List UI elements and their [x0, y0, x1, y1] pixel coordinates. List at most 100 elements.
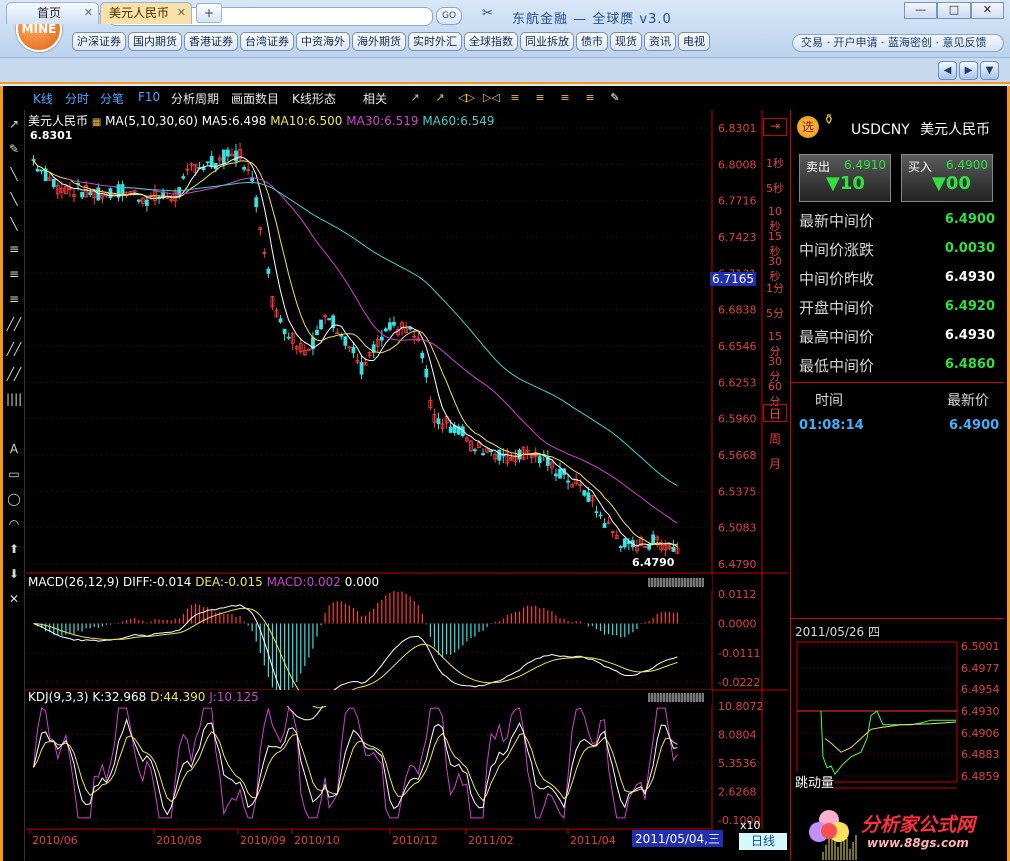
tab-label: 首页	[37, 6, 62, 20]
pen-icon[interactable]: ✎	[608, 91, 622, 105]
market-tab[interactable]: 债市	[576, 32, 608, 51]
price-tick-label: 6.5375	[718, 485, 757, 498]
minimize-button[interactable]: —	[904, 2, 938, 19]
period-day[interactable]: 日	[763, 404, 787, 422]
tab-next-button[interactable]: ▶	[959, 61, 978, 80]
zoom-in-icon[interactable]: ▷◁	[483, 91, 500, 105]
go-button[interactable]: GO	[436, 7, 462, 25]
market-tab[interactable]: 香港证券	[184, 32, 238, 51]
tools-icon[interactable]: ✂	[482, 6, 500, 24]
period-5s[interactable]: 5秒	[763, 180, 787, 196]
indicator-handle[interactable]	[648, 578, 704, 587]
market-tab[interactable]: 资讯	[644, 32, 676, 51]
indicator-handle[interactable]	[648, 693, 704, 702]
mini-price-line	[820, 710, 956, 776]
select-badge[interactable]: 选	[797, 116, 819, 138]
cycle-tool-icon[interactable]: ||||	[6, 391, 22, 407]
layout-menu[interactable]: 画面数目	[231, 90, 279, 107]
tab-usdcny[interactable]: 美元人民币 ✕	[100, 2, 192, 24]
trend-icon[interactable]: ↗	[433, 91, 447, 105]
candle-body	[278, 318, 283, 323]
trend-up-icon[interactable]: ↗	[408, 91, 422, 105]
maximize-button[interactable]: □	[937, 2, 971, 19]
related-menu[interactable]: 相关	[363, 90, 387, 107]
market-tab[interactable]: 国内期货	[128, 32, 182, 51]
line-tool-icon[interactable]: ╲	[6, 216, 22, 232]
cursor-date: 2011/05/04,三	[632, 830, 723, 847]
line-tool-icon[interactable]: ╲	[6, 166, 22, 182]
x-tick-label: 2011/04	[570, 834, 616, 847]
arrow-tool-icon[interactable]: ↗	[6, 116, 22, 132]
ticks-button[interactable]: 分笔	[100, 90, 124, 107]
period-menu[interactable]: 分析周期	[171, 90, 219, 107]
close-icon[interactable]: ✕	[84, 3, 93, 23]
kdj-tick-label: 10.8072	[718, 700, 764, 713]
align-icon[interactable]: ≡	[583, 91, 597, 105]
delete-tool-icon[interactable]: ✕	[6, 591, 22, 607]
market-tab[interactable]: 实时外汇	[408, 32, 462, 51]
rect-tool-icon[interactable]: ▭	[6, 466, 22, 482]
market-tabs: 沪深证券 国内期货 香港证券 台湾证券 中资海外 海外期货 实时外汇 全球指数 …	[72, 32, 710, 51]
period-1s[interactable]: 1秒	[763, 155, 787, 171]
market-tab[interactable]: 电视	[678, 32, 710, 51]
price-tick-label: 6.5083	[718, 522, 757, 535]
candle-body	[136, 199, 141, 202]
ticks-header-time: 时间	[815, 393, 843, 409]
channel-tool-icon[interactable]: ╱╱	[6, 366, 22, 382]
pattern-menu[interactable]: K线形态	[292, 90, 336, 107]
down-arrow-icon[interactable]: ⬇	[6, 566, 22, 582]
market-tab[interactable]: 海外期货	[352, 32, 406, 51]
ma30-value: MA30:6.519	[346, 114, 419, 128]
channel-tool-icon[interactable]: ╱╱	[6, 341, 22, 357]
line-tool-icon[interactable]: ╲	[6, 191, 22, 207]
align-icon[interactable]: ≡	[533, 91, 547, 105]
market-tab[interactable]: 全球指数	[464, 32, 518, 51]
market-tab[interactable]: 台湾证券	[240, 32, 294, 51]
chart-svg[interactable]: 6.83016.80086.77166.74236.71316.68386.65…	[26, 110, 788, 858]
quote-row: 中间价涨跌 0.0030	[799, 239, 995, 267]
period-1m[interactable]: 1分	[763, 280, 787, 296]
grid-tool-icon[interactable]: ≡	[6, 241, 22, 257]
grid-tool-icon[interactable]: ≡	[6, 291, 22, 307]
macd-macd: MACD:0.002	[266, 575, 341, 589]
mini-tick-label: 6.5001	[961, 640, 1000, 653]
tab-prev-button[interactable]: ◀	[938, 61, 957, 80]
grid-tool-icon[interactable]: ≡	[6, 266, 22, 282]
ma60-value: MA60:6.549	[422, 114, 495, 128]
text-tool-icon[interactable]: A	[6, 441, 22, 457]
buy-box[interactable]: 买入 6.4900 ▼00	[901, 154, 993, 202]
circle-tool-icon[interactable]: ◯	[6, 491, 22, 507]
close-button[interactable]: ✕	[970, 2, 1004, 19]
timeshare-button[interactable]: 分时	[65, 90, 89, 107]
collapse-icon[interactable]: ⇥	[763, 118, 787, 136]
up-arrow-icon[interactable]: ⬆	[6, 541, 22, 557]
zoom-out-icon[interactable]: ◁▷	[458, 91, 475, 105]
period-5m[interactable]: 5分	[763, 305, 787, 321]
chart-area[interactable]: 6.83016.80086.77166.74236.71316.68386.65…	[26, 110, 788, 858]
pen-tool-icon[interactable]: ✎	[6, 141, 22, 157]
tab-nav: ◀ ▶ ▼	[938, 61, 999, 80]
channel-tool-icon[interactable]: ╱╱	[6, 316, 22, 332]
mini-tick-label: 6.4906	[961, 727, 1000, 740]
period-week[interactable]: 周	[763, 430, 787, 447]
new-tab-button[interactable]: +	[196, 3, 222, 23]
f10-button[interactable]: F10	[138, 90, 160, 104]
zoom-label: x10	[740, 819, 761, 832]
arc-tool-icon[interactable]: ◠	[6, 516, 22, 532]
market-tab[interactable]: 同业拆放	[520, 32, 574, 51]
close-icon[interactable]: ✕	[177, 3, 186, 23]
market-tab[interactable]: 沪深证券	[72, 32, 126, 51]
tab-home[interactable]: 首页 ✕	[6, 2, 99, 24]
kline-button[interactable]: K线	[33, 90, 53, 107]
market-tab[interactable]: 现货	[610, 32, 642, 51]
services-bar[interactable]: 交易 · 开户申请 · 蓝海密创 · 意见反馈	[792, 34, 1004, 52]
sell-volume: ▼10	[826, 173, 865, 194]
period-month[interactable]: 月	[763, 455, 787, 472]
period-indicator[interactable]: 日线	[739, 833, 787, 850]
sell-box[interactable]: 卖出 6.4910 ▼10	[799, 154, 891, 202]
align-icon[interactable]: ≡	[558, 91, 572, 105]
market-tab[interactable]: 中资海外	[296, 32, 350, 51]
candle-body	[497, 449, 502, 461]
tab-list-button[interactable]: ▼	[980, 61, 999, 80]
align-icon[interactable]: ≡	[508, 91, 522, 105]
